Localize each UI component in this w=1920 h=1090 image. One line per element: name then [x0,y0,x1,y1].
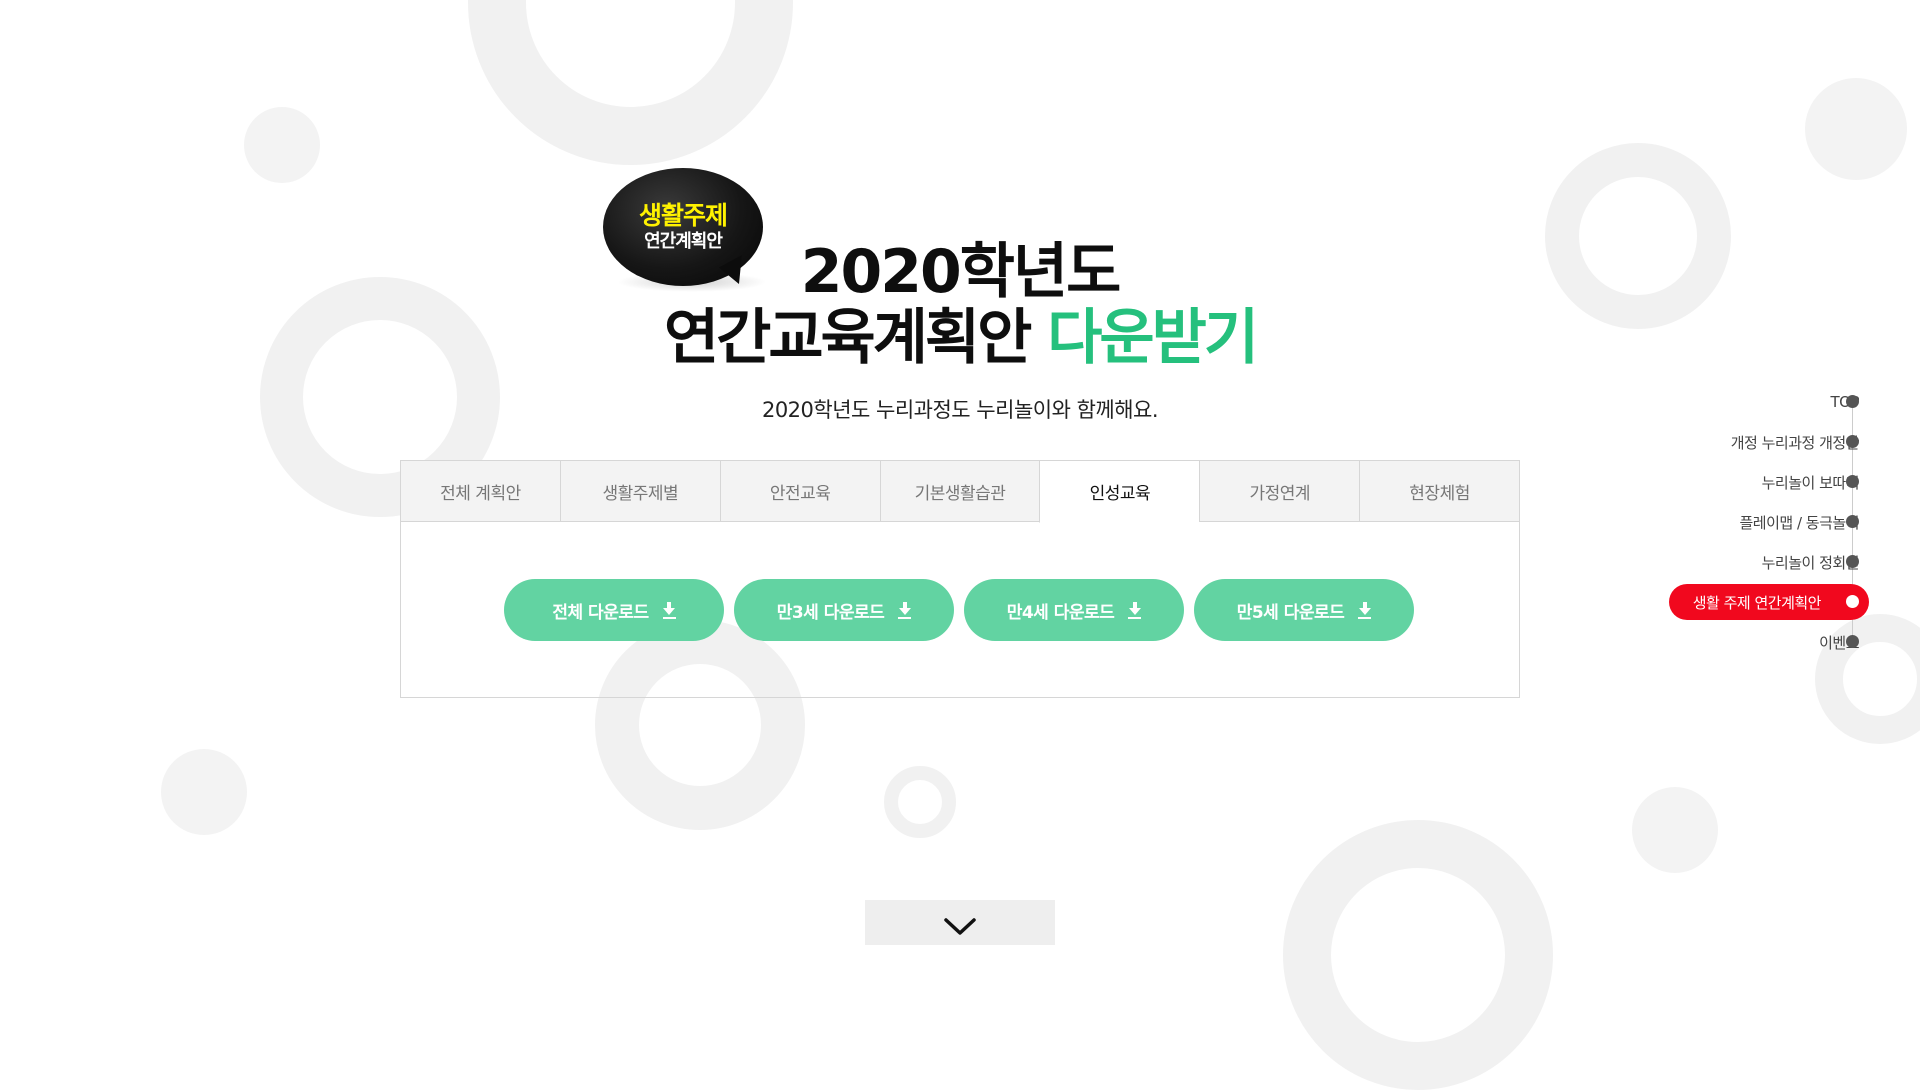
side-nav-dot [1846,555,1859,568]
download-age5-label: 만5세 다운로드 [1236,602,1345,623]
title-line2: 연간교육계획안 다운받기 [600,304,1320,372]
download-buttons: 전체 다운로드 만3세 다운로드 만4세 다운로드 만5세 다운로드 [504,579,1416,641]
tab-life-theme[interactable]: 생활주제별 [559,460,720,522]
side-nav-dot [1846,475,1859,488]
chevron-down-icon [944,918,976,935]
side-navigation: TOP 개정 누리과정 개정안 누리놀이 보따리 플레이맵 / 동극놀이 누리놀… [1660,386,1920,652]
decor-ring [468,0,793,165]
decor-circle [1805,78,1907,180]
download-all-label: 전체 다운로드 [552,602,649,623]
plan-tabs: 전체 계획안 생활주제별 안전교육 기본생활습관 인성교육 가정연계 현장체험 [400,460,1521,523]
side-nav-dot [1846,395,1859,408]
tab-all-plans[interactable]: 전체 계획안 [400,460,560,522]
page-title: 2020학년도 연간교육계획안 다운받기 [600,240,1320,372]
download-age4-label: 만4세 다운로드 [1006,602,1115,623]
decor-ring [1283,820,1553,1090]
decor-ring [1545,143,1731,329]
title-line2-main: 연간교육계획안 [663,303,1032,373]
scroll-down-button[interactable] [865,900,1055,945]
download-age5-button[interactable]: 만5세 다운로드 [1194,579,1414,641]
download-age3-button[interactable]: 만3세 다운로드 [734,579,954,641]
side-nav-dot-active [1846,595,1859,608]
decor-ring [884,766,956,838]
download-all-button[interactable]: 전체 다운로드 [504,579,724,641]
decor-circle [161,749,247,835]
title-line1: 2020학년도 [800,237,1122,307]
side-nav-dot [1846,635,1859,648]
tab-home-link[interactable]: 가정연계 [1199,460,1360,522]
badge-line1: 생활주제 [638,201,728,230]
tab-character[interactable]: 인성교육 [1039,460,1200,523]
tab-safety[interactable]: 안전교육 [719,460,880,522]
decor-circle [1632,787,1718,873]
download-age4-button[interactable]: 만4세 다운로드 [964,579,1184,641]
decor-circle [244,107,320,183]
download-age3-label: 만3세 다운로드 [776,602,885,623]
side-nav-bundle[interactable]: 누리놀이 보따리 [1762,464,1860,500]
download-arrow-icon [898,601,912,619]
download-arrow-icon [1358,601,1372,619]
side-nav-playmap[interactable]: 플레이맵 / 동극놀이 [1740,504,1860,540]
side-nav-membership[interactable]: 누리놀이 정회원 [1762,544,1860,580]
side-nav-dot [1846,435,1859,448]
download-arrow-icon [662,601,676,619]
page-subtitle: 2020학년도 누리과정도 누리놀이와 함께해요. [761,398,1159,422]
download-arrow-icon [1128,601,1142,619]
tab-basic-habits[interactable]: 기본생활습관 [879,460,1040,522]
title-line2-accent: 다운받기 [1047,303,1259,373]
side-nav-annual-plan[interactable]: 생활 주제 연간계획안 [1668,584,1869,620]
tab-field-trip[interactable]: 현장체험 [1359,460,1521,522]
side-nav-revision[interactable]: 개정 누리과정 개정안 [1731,424,1860,460]
side-nav-dot [1846,515,1859,528]
